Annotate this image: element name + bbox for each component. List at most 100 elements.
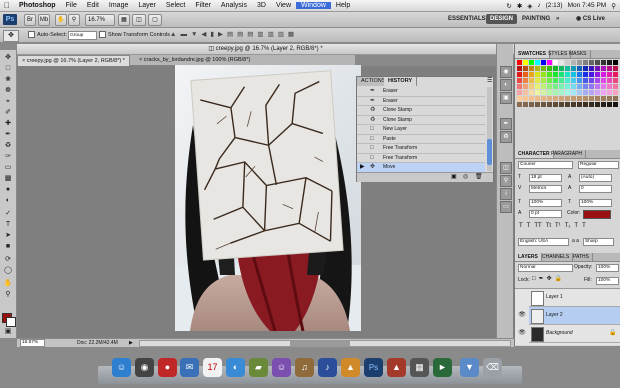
3d-panel-icon[interactable]: ◫	[500, 162, 512, 174]
color-swatch[interactable]	[565, 90, 570, 95]
app-icon[interactable]: ►	[433, 358, 452, 377]
color-swatch[interactable]	[535, 84, 540, 89]
color-swatch[interactable]	[565, 78, 570, 83]
mail-icon[interactable]: ✉	[180, 358, 199, 377]
spotlight-icon[interactable]: ⚲	[611, 2, 616, 10]
zoom-level-select[interactable]: 16.7%	[85, 14, 115, 26]
horizontal-scrollbar[interactable]	[139, 340, 511, 347]
superscript-icon[interactable]: T¹	[555, 222, 561, 230]
color-swatch[interactable]	[535, 72, 540, 77]
menu-analysis[interactable]: Analysis	[216, 2, 252, 9]
color-swatch[interactable]	[523, 96, 528, 101]
brush-panel-icon[interactable]: ✒	[500, 118, 512, 130]
color-swatch[interactable]	[565, 66, 570, 71]
anti-alias-select[interactable]: Sharp	[583, 238, 614, 246]
color-swatch[interactable]	[601, 102, 606, 107]
color-swatch[interactable]	[523, 72, 528, 77]
color-swatch[interactable]	[601, 60, 606, 65]
color-swatch[interactable]	[583, 60, 588, 65]
workspace-design[interactable]: DESIGN	[486, 14, 518, 24]
color-swatch[interactable]	[595, 60, 600, 65]
color-swatch[interactable]	[613, 90, 618, 95]
color-swatch[interactable]	[541, 90, 546, 95]
distribute-bottom-icon[interactable]: ▤	[247, 31, 253, 39]
color-swatch[interactable]	[583, 84, 588, 89]
move-tool-icon[interactable]: ✥	[3, 30, 19, 42]
color-swatch[interactable]	[601, 78, 606, 83]
menu-layer[interactable]: Layer	[133, 2, 161, 9]
faux-bold-icon[interactable]: T	[519, 222, 523, 230]
bluetooth-icon[interactable]: ✱	[517, 2, 522, 10]
color-swatch[interactable]	[547, 102, 552, 107]
blur-tool-icon[interactable]: ●	[3, 186, 13, 194]
color-swatch[interactable]	[607, 90, 612, 95]
color-swatch[interactable]	[577, 66, 582, 71]
color-swatch[interactable]	[583, 72, 588, 77]
color-swatch[interactable]	[583, 66, 588, 71]
color-swatch[interactable]	[553, 78, 558, 83]
color-swatch[interactable]	[589, 96, 594, 101]
layer-row-background[interactable]: Background 🔒	[529, 325, 620, 343]
color-swatch[interactable]	[553, 96, 558, 101]
color-swatch[interactable]	[583, 96, 588, 101]
color-swatch[interactable]	[565, 72, 570, 77]
tab-creepy[interactable]: × creepy.jpg @ 16.7% (Layer 2, RGB/8*) *	[17, 55, 130, 66]
align-bottom-icon[interactable]: ▼	[191, 31, 197, 39]
color-swatch[interactable]	[613, 78, 618, 83]
kerning-field[interactable]: Metrics	[529, 185, 562, 193]
color-swatch[interactable]	[571, 72, 576, 77]
align-top-icon[interactable]: ▲	[170, 31, 176, 39]
masks-panel-icon[interactable]: ▣	[500, 92, 512, 104]
photoshop-dock-icon[interactable]: Ps	[364, 358, 383, 377]
adjustments-panel-icon[interactable]: ◐	[500, 79, 512, 91]
color-swatch[interactable]	[529, 72, 534, 77]
marquee-tool-icon[interactable]: □	[3, 65, 13, 73]
color-swatch[interactable]	[547, 78, 552, 83]
new-document-from-state-icon[interactable]: ▣	[451, 173, 457, 182]
clock[interactable]: Mon 7:45 PM	[568, 2, 607, 9]
menu-view[interactable]: View	[271, 2, 296, 9]
swatches-grid[interactable]	[517, 60, 620, 148]
color-swatch[interactable]	[517, 96, 522, 101]
3d-orbit-tool-icon[interactable]: ◯	[3, 267, 13, 275]
show-transform-checkbox[interactable]	[99, 31, 106, 39]
vlc-icon[interactable]: ▲	[341, 358, 360, 377]
garageband-icon[interactable]: ♫	[295, 358, 314, 377]
menu-file[interactable]: File	[61, 2, 82, 9]
zoom-tool-icon[interactable]: ⚲	[3, 291, 13, 299]
battery-status[interactable]: (2:13)	[546, 2, 563, 9]
color-swatch[interactable]	[565, 102, 570, 107]
color-swatch[interactable]	[577, 60, 582, 65]
color-swatch[interactable]	[559, 72, 564, 77]
distribute-left-icon[interactable]: ▥	[257, 31, 263, 39]
workspace-essentials[interactable]: ESSENTIALS	[444, 14, 490, 24]
color-swatch[interactable]	[529, 84, 534, 89]
color-swatch[interactable]	[601, 84, 606, 89]
layer-row-1[interactable]: Layer 1	[529, 289, 620, 307]
history-scrollbar[interactable]	[487, 87, 492, 171]
baseline-shift-field[interactable]: 0 pt	[529, 210, 562, 218]
color-swatch[interactable]	[577, 90, 582, 95]
color-swatch[interactable]	[553, 66, 558, 71]
lasso-tool-icon[interactable]: ❀	[3, 76, 13, 84]
layer-visibility-toggle[interactable]	[517, 289, 527, 306]
menu-help[interactable]: Help	[331, 2, 355, 9]
color-swatch[interactable]	[577, 78, 582, 83]
color-swatch[interactable]	[517, 72, 522, 77]
color-swatch[interactable]	[565, 84, 570, 89]
color-swatch[interactable]	[535, 66, 540, 71]
color-swatch[interactable]	[607, 66, 612, 71]
color-swatch[interactable]	[595, 72, 600, 77]
color-swatch[interactable]	[613, 60, 618, 65]
color-swatch[interactable]	[553, 102, 558, 107]
color-swatch[interactable]	[541, 84, 546, 89]
menu-window[interactable]: Window	[296, 2, 331, 9]
color-swatch[interactable]	[607, 60, 612, 65]
font-style-select[interactable]: Regular	[578, 161, 619, 169]
quick-mask-icon[interactable]: ▣	[3, 328, 13, 336]
color-swatch[interactable]	[571, 84, 576, 89]
color-swatch[interactable]	[601, 72, 606, 77]
crop-tool-icon[interactable]: ⌖	[3, 98, 13, 106]
font-size-field[interactable]: 18 pt	[529, 174, 562, 182]
color-swatch[interactable]	[529, 66, 534, 71]
